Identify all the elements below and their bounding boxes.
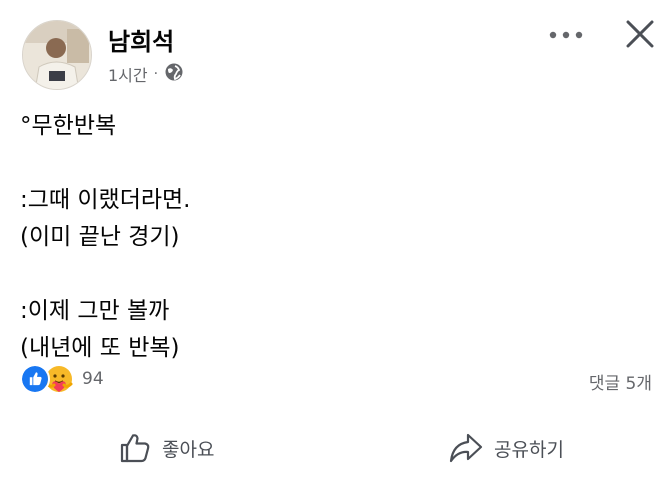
post-line: (이미 끝난 경기) <box>20 224 180 250</box>
post-line: :그때 이랬더라면. <box>20 187 191 213</box>
post-line: (내년에 또 반복) <box>20 335 180 361</box>
like-label: 좋아요 <box>162 438 215 461</box>
close-button[interactable] <box>620 14 660 54</box>
more-icon <box>549 31 583 39</box>
post-meta: 1시간 · <box>108 62 184 86</box>
comment-count[interactable]: 댓글 5개 <box>589 369 652 394</box>
author-name[interactable]: 남희석 <box>108 22 174 57</box>
meta-separator: · <box>153 66 159 82</box>
close-icon <box>626 20 654 48</box>
globe-icon[interactable] <box>164 62 184 86</box>
post-line <box>20 145 191 182</box>
post-line <box>20 256 191 293</box>
share-icon <box>449 433 483 463</box>
reaction-summary[interactable]: 94 <box>20 364 104 394</box>
post-time[interactable]: 1시간 <box>108 62 148 86</box>
post-line: :이제 그만 볼까 <box>20 298 170 324</box>
facebook-post: 남희석 1시간 · °무한반복 :그때 이랬더라면. (이미 끝난 경기):이… <box>0 0 660 484</box>
share-label: 공유하기 <box>494 438 564 461</box>
reaction-count: 94 <box>82 369 104 389</box>
post-body: °무한반복 :그때 이랬더라면. (이미 끝난 경기) :이제 그만 볼까 (내… <box>20 108 191 367</box>
like-reaction-icon <box>20 364 50 394</box>
post-line: °무한반복 <box>20 113 117 139</box>
author-avatar[interactable] <box>22 20 92 90</box>
more-options-button[interactable] <box>546 20 586 50</box>
like-button[interactable]: 좋아요 <box>118 426 214 470</box>
share-button[interactable]: 공유하기 <box>448 426 564 470</box>
thumbs-up-icon <box>120 434 150 463</box>
